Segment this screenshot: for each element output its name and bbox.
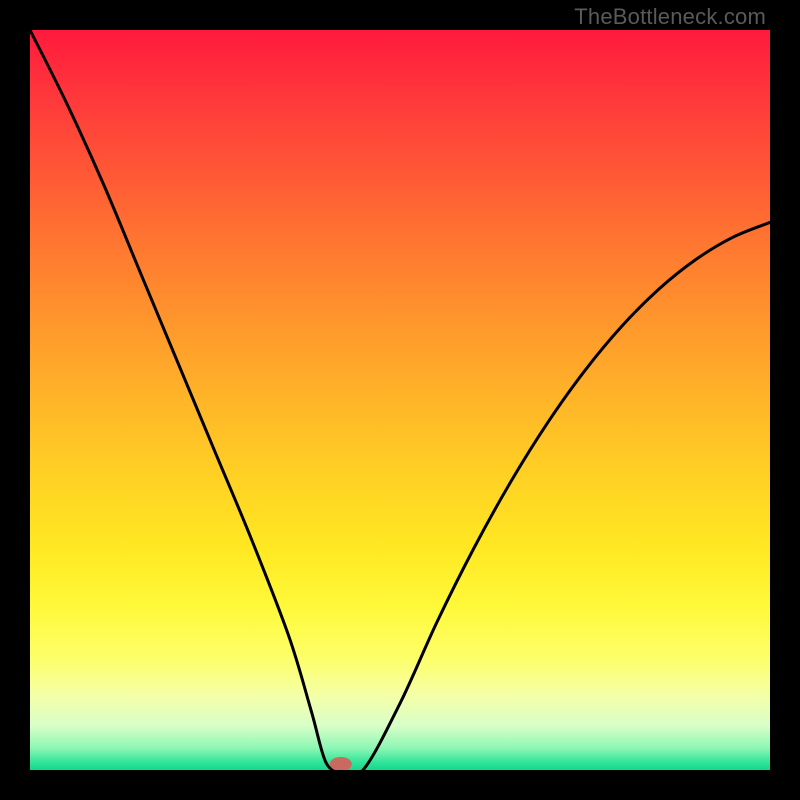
bottleneck-curve [30,30,770,770]
optimum-marker [330,757,352,770]
watermark-text: TheBottleneck.com [574,4,766,30]
curve-layer [30,30,770,770]
chart-frame: TheBottleneck.com [0,0,800,800]
